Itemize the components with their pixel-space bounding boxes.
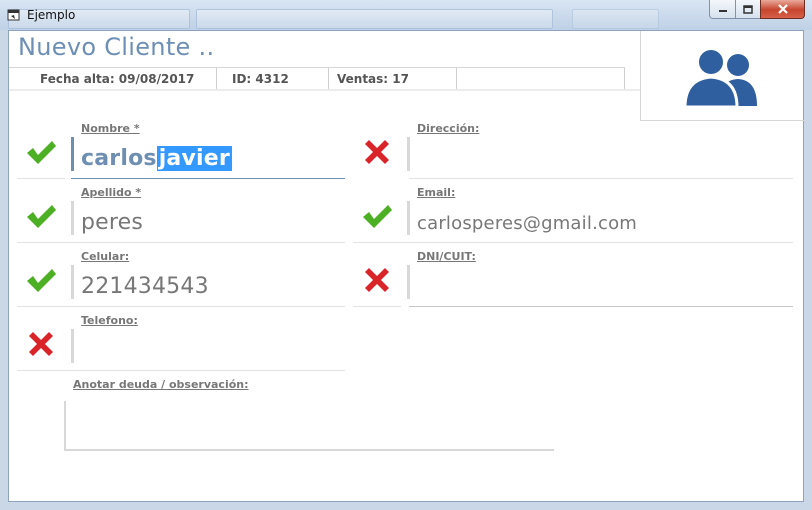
nombre-text: carlos bbox=[81, 146, 157, 171]
app-window-icon bbox=[7, 9, 20, 21]
page-title: Nuevo Cliente .. bbox=[18, 33, 215, 61]
nombre-underline bbox=[71, 178, 345, 179]
row-divider bbox=[17, 242, 345, 243]
checkmark-icon bbox=[27, 269, 56, 292]
nombre-input[interactable]: carlosjavier bbox=[81, 146, 232, 171]
email-bar bbox=[407, 201, 410, 235]
apellido-input[interactable]: peres bbox=[81, 210, 143, 235]
client-id: ID: 4312 bbox=[217, 68, 329, 90]
close-button[interactable] bbox=[760, 0, 805, 19]
direccion-bar bbox=[407, 137, 410, 171]
notes-textarea[interactable] bbox=[64, 401, 554, 451]
info-strip: Fecha alta: 09/08/2017 ID: 4312 Ventas: … bbox=[9, 67, 625, 91]
email-label: Email: bbox=[417, 186, 456, 199]
apellido-bar bbox=[71, 201, 74, 235]
users-icon bbox=[684, 48, 757, 108]
celular-label: Celular: bbox=[81, 250, 130, 263]
direccion-label: Dirección: bbox=[417, 122, 480, 135]
celular-status bbox=[17, 257, 65, 303]
fecha-alta: Fecha alta: 09/08/2017 bbox=[9, 68, 217, 90]
nombre-selected-text: javier bbox=[156, 146, 232, 171]
checkmark-icon bbox=[27, 141, 56, 164]
row-divider bbox=[17, 370, 345, 371]
cross-icon bbox=[365, 140, 389, 164]
info-empty-cell bbox=[457, 68, 625, 90]
row-divider bbox=[353, 306, 401, 307]
telefono-status bbox=[17, 321, 65, 367]
telefono-label: Telefono: bbox=[81, 314, 138, 327]
row-divider bbox=[409, 306, 793, 307]
avatar-panel[interactable] bbox=[640, 31, 805, 121]
close-icon bbox=[777, 4, 788, 14]
nombre-label: Nombre * bbox=[81, 122, 140, 135]
apellido-status bbox=[17, 193, 65, 239]
dni-bar bbox=[407, 265, 410, 299]
maximize-button[interactable] bbox=[735, 0, 761, 19]
checkmark-icon bbox=[27, 205, 56, 228]
title-bar[interactable]: Ejemplo bbox=[0, 0, 812, 30]
dni-label: DNI/CUIT: bbox=[417, 250, 476, 263]
row-divider bbox=[17, 306, 345, 307]
row-divider bbox=[409, 178, 793, 179]
ventas-count: Ventas: 17 bbox=[329, 68, 457, 90]
minimize-icon bbox=[718, 10, 727, 12]
checkmark-icon bbox=[363, 205, 392, 228]
celular-input[interactable]: 221434543 bbox=[81, 274, 209, 299]
email-status bbox=[353, 193, 401, 239]
row-divider bbox=[353, 242, 793, 243]
dni-status bbox=[353, 257, 401, 303]
email-input[interactable]: carlosperes@gmail.com bbox=[417, 213, 637, 234]
telefono-bar bbox=[71, 329, 74, 363]
cross-icon bbox=[29, 332, 53, 356]
celular-bar bbox=[71, 265, 74, 299]
background-blur bbox=[196, 9, 553, 29]
notes-label: Anotar deuda / observación: bbox=[73, 378, 249, 391]
background-blur bbox=[572, 9, 659, 29]
apellido-label: Apellido * bbox=[81, 186, 142, 199]
minimize-button[interactable] bbox=[709, 0, 736, 19]
nombre-focus-bar bbox=[71, 137, 74, 171]
header-divider bbox=[9, 89, 641, 91]
nombre-status bbox=[17, 129, 65, 175]
direccion-status bbox=[353, 129, 401, 175]
row-divider bbox=[17, 178, 65, 179]
maximize-icon bbox=[743, 4, 753, 14]
cross-icon bbox=[365, 268, 389, 292]
window-title: Ejemplo bbox=[27, 8, 76, 22]
form-client-area: Nuevo Cliente .. Fecha alta: 09/08/2017 … bbox=[8, 30, 805, 502]
window-controls bbox=[709, 0, 805, 20]
